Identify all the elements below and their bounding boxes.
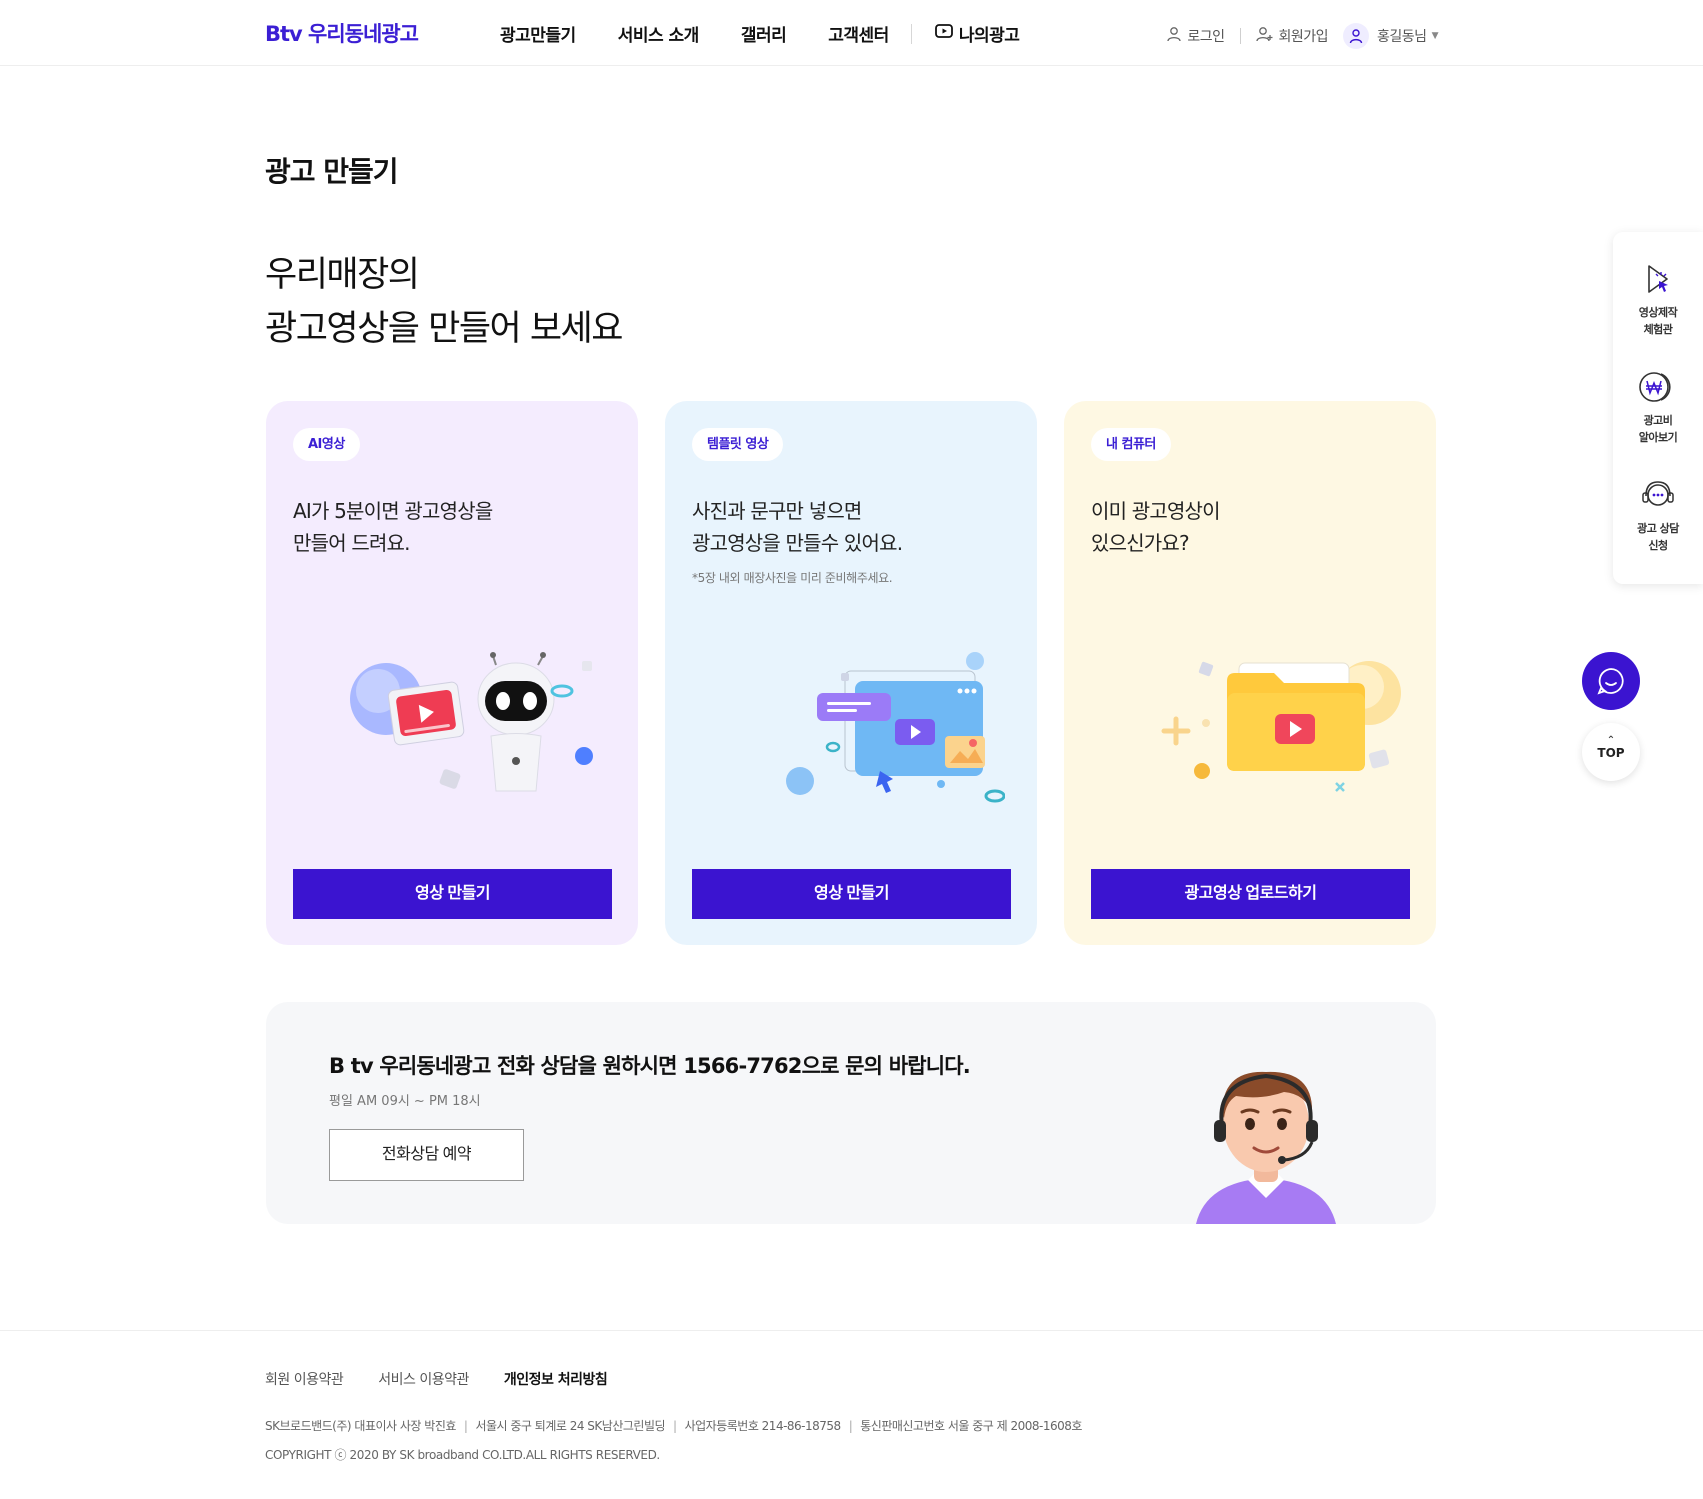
footer-info-business-number: 사업자등록번호 214-86-18758 (684, 1419, 842, 1433)
quick-label: 광고 상담 신청 (1637, 522, 1679, 552)
chatbot-icon (1597, 668, 1624, 695)
signup-label: 회원가입 (1278, 29, 1329, 45)
cursor-click-icon (1648, 265, 1668, 293)
quick-ad-consult[interactable]: 광고 상담 신청 (1613, 478, 1703, 554)
nav-item-service-intro[interactable]: 서비스 소개 (618, 21, 700, 46)
card-description: 사진과 문구만 넣으면 광고영상을 만들수 있어요. (692, 495, 903, 559)
signup-link[interactable]: 회원가입 (1255, 26, 1329, 46)
play-screen-icon (934, 21, 959, 46)
nav-item-gallery[interactable]: 갤러리 (741, 21, 787, 46)
card-description-line-2: 만들어 드려요. (293, 531, 411, 555)
card-description-line-1: 사진과 문구만 넣으면 (692, 499, 862, 523)
phone-consult-banner: B tv 우리동네광고 전화 상담을 원하시면 1566-7762으로 문의 바… (266, 1002, 1436, 1224)
nav-item-customer-center[interactable]: 고객센터 (828, 21, 889, 46)
quick-menu: 영상제작 체험관 광고비 알아보기 광고 상담 신청 (1613, 232, 1703, 584)
card-badge: 내 컴퓨터 (1091, 428, 1171, 461)
user-avatar-icon (1343, 23, 1370, 49)
nav-divider (910, 23, 912, 44)
create-ai-video-button[interactable]: 영상 만들기 (293, 869, 612, 919)
nav-item-my-ads[interactable]: 나의광고 (934, 21, 1020, 46)
quick-video-experience[interactable]: 영상제작 체험관 (1613, 262, 1703, 338)
hero-line-1: 우리매장의 (265, 255, 420, 295)
login-link[interactable]: 로그인 (1166, 26, 1225, 46)
scroll-top-button[interactable]: ⌃ TOP (1582, 723, 1640, 781)
login-label: 로그인 (1187, 29, 1225, 45)
card-template-video: 템플릿 영상 사진과 문구만 넣으면 광고영상을 만들수 있어요. *5장 내외… (665, 401, 1037, 945)
card-ai-video: AI영상 AI가 5분이면 광고영상을 만들어 드려요. 영상 만들기 (266, 401, 638, 945)
footer-info-ecommerce-number: 통신판매신고번호 서울 중구 제 2008-1608호 (860, 1419, 1082, 1433)
upload-video-button[interactable]: 광고영상 업로드하기 (1091, 869, 1410, 919)
card-upload-video: 내 컴퓨터 이미 광고영상이 있으신가요? 광고영상 업로드하기 (1064, 401, 1436, 945)
site-header: Btv 우리동네광고 광고만들기 서비스 소개 갤러리 고객센터 나의광고 로그… (0, 0, 1703, 66)
nav-item-my-ads-label: 나의광고 (958, 26, 1020, 46)
banner-title: B tv 우리동네광고 전화 상담을 원하시면 1566-7762으로 문의 바… (329, 1054, 971, 1078)
util-divider (1239, 28, 1241, 44)
page-title: 광고 만들기 (265, 155, 399, 188)
footer-links: 회원 이용약관 서비스 이용약관 개인정보 처리방침 (265, 1369, 642, 1389)
user-name: 홍길동님 (1377, 29, 1427, 45)
site-logo[interactable]: Btv 우리동네광고 (265, 18, 419, 48)
card-description-line-2: 있으신가요? (1091, 531, 1190, 555)
footer-link-service-terms[interactable]: 서비스 이용약관 (378, 1369, 469, 1389)
header-utility: 로그인 회원가입 홍길동님 ▼ (1166, 23, 1439, 49)
card-description: 이미 광고영상이 있으신가요? (1091, 495, 1221, 559)
chevron-up-icon: ⌃ (1606, 735, 1616, 746)
footer-info-address: 서울시 중구 퇴계로 24 SK남산그린빌딩 (475, 1419, 666, 1433)
person-add-icon (1255, 26, 1279, 46)
create-template-video-button[interactable]: 영상 만들기 (692, 869, 1011, 919)
quick-label: 영상제작 체험관 (1638, 306, 1678, 336)
footer-company-info: SK브로드밴드(주) 대표이사 사장 박진효 | 서울시 중구 퇴계로 24 SK남… (265, 1419, 1082, 1433)
footer-info-ceo: SK브로드밴드(주) 대표이사 사장 박진효 (265, 1419, 456, 1433)
card-description-line-1: AI가 5분이면 광고영상을 (293, 499, 493, 523)
chevron-down-icon: ▼ (1431, 31, 1439, 41)
headset-chat-icon (1642, 481, 1674, 506)
card-description-line-2: 광고영상을 만들수 있어요. (692, 531, 903, 555)
video-folder-illustration (1161, 661, 1401, 792)
card-description: AI가 5분이면 광고영상을 만들어 드려요. (293, 495, 493, 559)
person-icon (1166, 26, 1187, 46)
footer-link-member-terms[interactable]: 회원 이용약관 (265, 1369, 344, 1389)
robot-video-illustration (350, 652, 593, 792)
nav-item-create-ad[interactable]: 광고만들기 (500, 21, 576, 46)
support-agent-illustration (1196, 1071, 1336, 1224)
hero-heading: 우리매장의 광고영상을 만들어 보세요 (265, 248, 623, 356)
phone-consult-reserve-button[interactable]: 전화상담 예약 (329, 1129, 524, 1181)
top-label: TOP (1597, 746, 1625, 760)
won-coin-icon (1639, 372, 1671, 402)
footer-copyright: COPYRIGHT ⓒ 2020 BY SK broadband CO.LTD.… (265, 1448, 660, 1462)
user-menu[interactable]: 홍길동님 ▼ (1377, 26, 1438, 46)
card-badge: 템플릿 영상 (692, 428, 784, 461)
main-nav: 광고만들기 서비스 소개 갤러리 고객센터 나의광고 (500, 21, 1020, 46)
quick-ad-cost[interactable]: 광고비 알아보기 (1613, 370, 1703, 446)
banner-business-hours: 평일 AM 09시 ~ PM 18시 (329, 1094, 481, 1109)
hero-line-2: 광고영상을 만들어 보세요 (265, 309, 623, 349)
footer-link-privacy-policy[interactable]: 개인정보 처리방침 (504, 1369, 608, 1389)
card-badge: AI영상 (293, 428, 360, 461)
chatbot-button[interactable] (1582, 652, 1640, 710)
card-description-line-1: 이미 광고영상이 (1091, 499, 1221, 523)
quick-label: 광고비 알아보기 (1638, 414, 1678, 444)
site-footer: 회원 이용약관 서비스 이용약관 개인정보 처리방침 SK브로드밴드(주) 대표… (0, 1330, 1703, 1499)
template-editor-illustration (786, 652, 1005, 803)
card-note: *5장 내외 매장사진을 미리 준비해주세요. (692, 571, 893, 585)
